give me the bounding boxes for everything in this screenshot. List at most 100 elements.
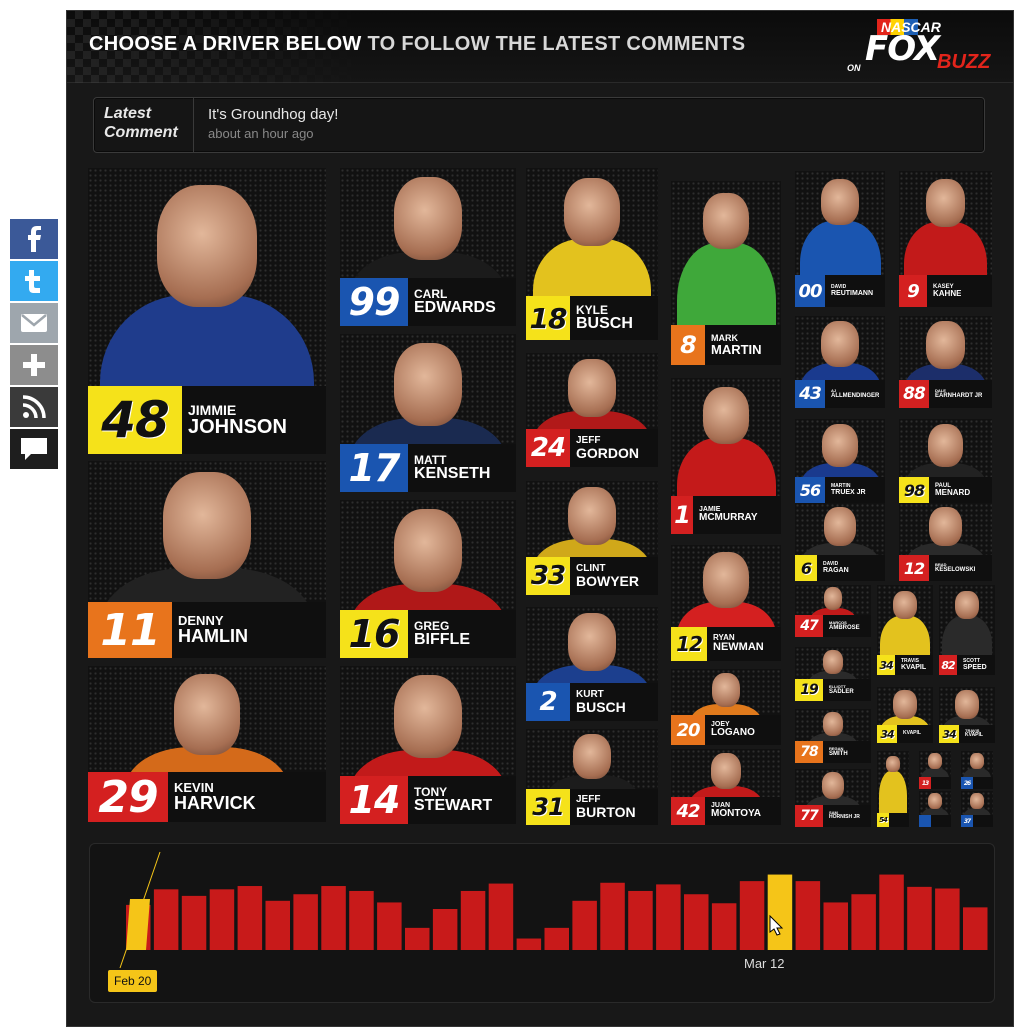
driver-card[interactable] [919,791,951,827]
driver-card[interactable]: 47 MARCOS AMBROSE [795,585,871,637]
timeline-bar[interactable] [907,886,932,950]
timeline-bar[interactable] [656,884,681,950]
car-number: 29 [88,772,168,822]
twitter-share-button[interactable] [10,261,58,301]
timeline-bar[interactable] [711,903,737,950]
timeline-bars[interactable] [90,844,996,1004]
driver-nameplate: 98 PAUL MENARD [899,477,992,503]
driver-card[interactable]: 14 TONY STEWART [340,666,516,824]
timeline-bar[interactable] [321,886,346,950]
timeline-bar[interactable] [488,883,514,950]
timeline-bar[interactable] [600,882,625,950]
timeline-bar[interactable] [963,907,988,950]
driver-card[interactable]: 48 JIMMIE JOHNSON [88,168,326,454]
timeline-bar[interactable] [739,881,765,950]
driver-card[interactable]: 34 TRAVIS KVAPIL [877,585,933,675]
driver-card[interactable]: 18 KYLE BUSCH [526,168,658,340]
driver-card[interactable]: 43 AJ ALLMENDINGER [795,316,885,408]
facebook-icon [22,226,46,252]
timeline-bar[interactable] [237,886,263,950]
driver-card[interactable]: 31 JEFF BURTON [526,729,658,825]
driver-card[interactable]: 00 DAVID REUTIMANN [795,171,885,307]
driver-card[interactable]: 8 MARK MARTIN [671,181,781,365]
timeline-bar[interactable] [879,874,904,950]
driver-nameplate: 78 REGAN SMITH [795,741,871,763]
more-share-button[interactable] [10,345,58,385]
timeline-bar[interactable] [935,888,960,951]
driver-card[interactable]: 17 MATT KENSETH [340,334,516,492]
timeline-bar[interactable] [851,894,876,950]
driver-card[interactable]: 12 BRAD KESELOWSKI [899,503,992,581]
driver-last-name: HAMLIN [178,626,248,647]
driver-last-name: JOHNSON [188,415,287,438]
driver-last-name: MONTOYA [711,808,762,820]
car-number: 78 [795,741,823,763]
timeline-bar-selected[interactable] [767,874,793,950]
driver-card[interactable]: 99 CARL EDWARDS [340,168,516,326]
driver-name: JEFF GORDON [570,429,639,467]
driver-last-name: BUSCH [576,314,633,332]
driver-card[interactable]: 9 KASEY KAHNE [899,171,992,307]
timeline-bar[interactable] [181,895,207,950]
driver-card[interactable]: 16 GREG BIFFLE [340,500,516,658]
comment-share-button[interactable] [10,429,58,469]
timeline-bar[interactable] [377,902,402,950]
driver-first-name: KEVIN [174,780,214,796]
driver-card[interactable]: 33 CLINT BOWYER [526,481,658,595]
timeline-bar[interactable] [153,889,179,950]
timeline-bar[interactable] [349,890,374,950]
timeline-bar[interactable] [795,881,821,950]
driver-card[interactable]: 13 [919,751,951,789]
driver-card[interactable]: 54 [877,751,909,827]
email-share-button[interactable] [10,303,58,343]
timeline-bar[interactable] [516,938,542,950]
timeline-bar[interactable] [628,890,653,950]
timeline-bar[interactable] [405,927,430,950]
driver-card[interactable]: 6 DAVID RAGAN [795,503,885,581]
driver-card[interactable]: 1 JAMIE MCMURRAY [671,378,781,534]
driver-card[interactable]: 37 [961,791,993,827]
timeline-bar[interactable] [293,894,318,950]
driver-card[interactable]: 19 ELLIOTT SADLER [795,647,871,701]
driver-card[interactable]: 56 MARTIN TRUEX JR [795,419,885,503]
driver-card[interactable]: 29 KEVIN HARVICK [88,666,326,822]
timeline-bar[interactable] [209,889,235,950]
driver-nameplate: 17 MATT KENSETH [340,444,516,492]
share-toolbar [10,219,58,471]
driver-card[interactable]: 34 TRAVIS KVAPIL [939,687,995,743]
nascar-fox-buzz-logo[interactable]: NASCAR ON FOX BUZZ [843,17,1003,77]
driver-card[interactable]: 78 REGAN SMITH [795,709,871,763]
facebook-share-button[interactable] [10,219,58,259]
timeline-start-bar[interactable] [126,899,150,950]
timeline-bar[interactable] [572,900,597,950]
driver-card[interactable]: 88 DALE EARNHARDT JR [899,316,992,408]
timeline-bar[interactable] [460,890,486,950]
latest-comment-box[interactable]: Latest Comment It's Groundhog day! about… [93,97,985,153]
timeline-bar[interactable] [823,902,849,950]
driver-card[interactable]: 42 JUAN MONTOYA [671,749,781,825]
latest-comment-text[interactable]: It's Groundhog day! [208,106,338,123]
driver-card[interactable]: 34 KVAPIL [877,687,933,743]
driver-card[interactable]: 77 SAM HORNISH JR [795,769,871,827]
timeline-bar[interactable] [265,900,291,950]
driver-card[interactable]: 26 [961,751,993,789]
timeline-bar[interactable] [684,894,709,950]
driver-card[interactable]: 2 KURT BUSCH [526,607,658,721]
driver-card[interactable]: 98 PAUL MENARD [899,419,992,503]
driver-last-name: KVAPIL [901,663,927,671]
driver-name: MATT KENSETH [408,444,490,492]
driver-last-name: STEWART [414,796,493,814]
latest-label-line1: Latest [104,105,152,122]
timeline-bar[interactable] [544,927,570,950]
timeline-selected-date: Mar 12 [744,956,785,971]
rss-share-button[interactable] [10,387,58,427]
driver-last-name: KESELOWSKI [935,566,976,573]
driver-card[interactable]: 20 JOEY LOGANO [671,669,781,745]
driver-card[interactable]: 12 RYAN NEWMAN [671,545,781,661]
driver-card[interactable]: 82 SCOTT SPEED [939,585,995,675]
timeline-bar[interactable] [432,909,458,950]
driver-card[interactable]: 11 DENNY HAMLIN [88,461,326,658]
driver-nameplate: 24 JEFF GORDON [526,429,658,467]
driver-card[interactable]: 24 JEFF GORDON [526,353,658,467]
comment-timeline[interactable]: Feb 20 Mar 12 [89,843,995,1003]
